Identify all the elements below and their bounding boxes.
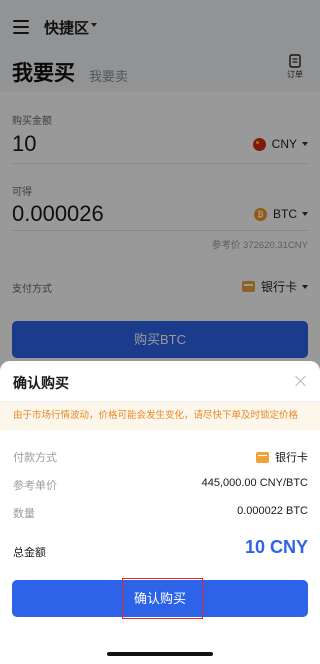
home-indicator: [107, 652, 213, 656]
quantity-value: 0.000022 BTC: [237, 505, 308, 517]
total-amount-label: 总金额: [13, 547, 46, 559]
sheet-title: 确认购买: [13, 375, 69, 391]
price-warning: 由于市场行情波动，价格可能会发生变化，请尽快下单及时锁定价格: [0, 402, 320, 430]
unit-price-label: 参考单价: [13, 480, 57, 492]
payment-method-text: 银行卡: [275, 452, 308, 464]
unit-price-value: 445,000.00 CNY/BTC: [201, 477, 308, 489]
payment-method-label: 付款方式: [13, 452, 57, 464]
quantity-label: 数量: [13, 508, 35, 520]
bank-card-icon: [256, 451, 269, 463]
highlight-box: [122, 578, 203, 619]
close-icon[interactable]: [295, 375, 307, 387]
confirm-purchase-sheet: 确认购买 由于市场行情波动，价格可能会发生变化，请尽快下单及时锁定价格 付款方式…: [0, 361, 320, 664]
payment-method-value: 银行卡: [256, 449, 308, 465]
total-amount-value: 10 CNY: [244, 537, 308, 557]
